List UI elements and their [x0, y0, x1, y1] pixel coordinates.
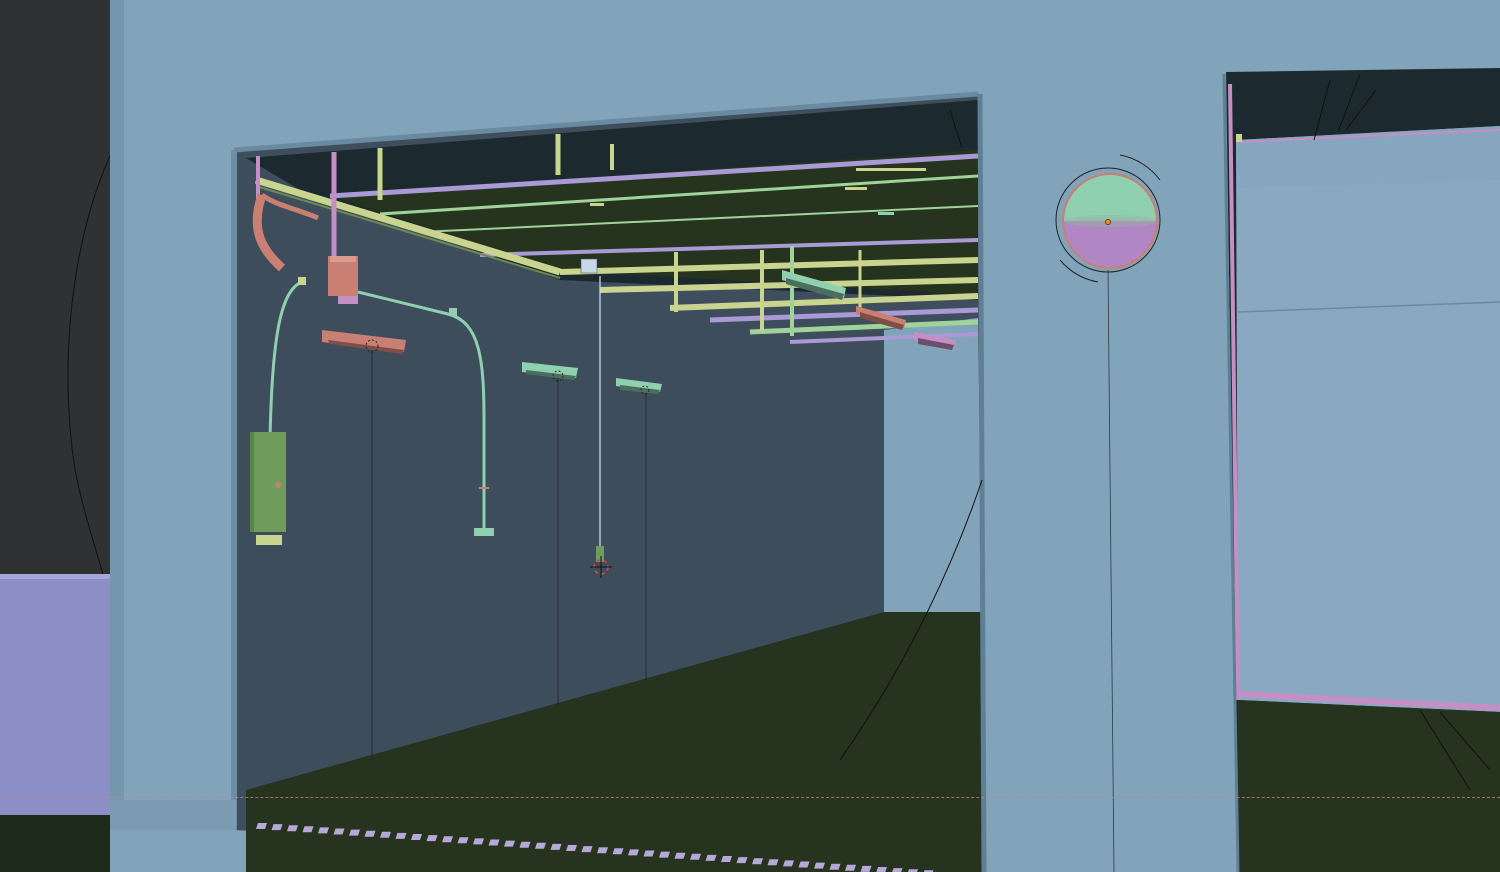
interior-wall-right: [884, 318, 982, 615]
conduit-tick: [479, 487, 489, 489]
ceiling-tile: [845, 187, 867, 190]
3d-viewport[interactable]: [0, 0, 1500, 872]
doorway-right-marker: [1236, 134, 1242, 142]
lavender-block: [0, 576, 110, 821]
lavender-block-top: [0, 574, 110, 579]
ceiling-tile: [856, 168, 926, 171]
doorway-right-wall: [1236, 126, 1500, 712]
floor-left: [0, 815, 125, 872]
pendant-mount: [580, 258, 598, 274]
ceiling-tile: [878, 212, 894, 215]
wall-edge-shadow: [110, 0, 124, 830]
conduit-end: [474, 528, 494, 536]
conduit-clip: [449, 308, 457, 316]
wall-base: [110, 800, 236, 830]
doorway-right-floor: [1238, 700, 1500, 872]
object-origin-icon: [1105, 219, 1111, 225]
ceiling-tile: [590, 203, 604, 206]
wall-panel[interactable]: [250, 432, 286, 545]
conduit-clip: [298, 277, 306, 285]
ground-line: [0, 797, 1500, 798]
viewport-scene[interactable]: [0, 0, 1500, 872]
